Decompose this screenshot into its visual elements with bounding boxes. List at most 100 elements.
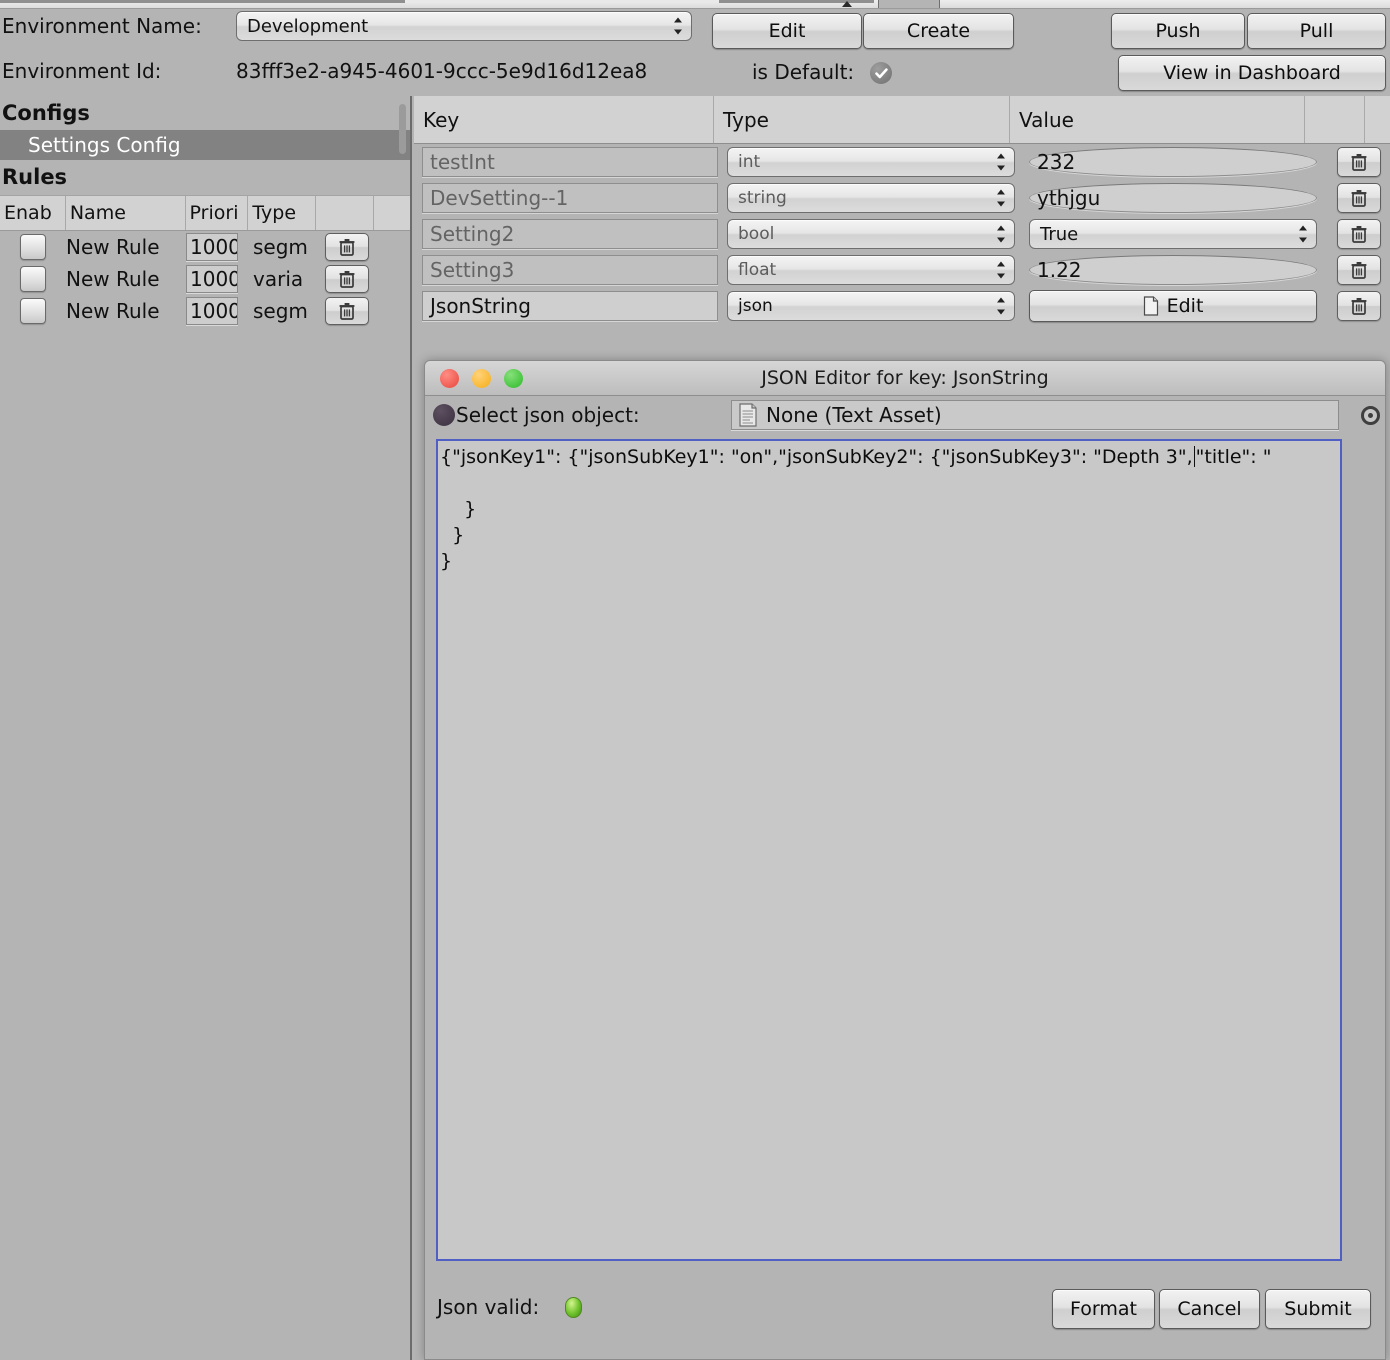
json-remaining-lines: } } } <box>440 498 476 572</box>
delete-setting-button[interactable] <box>1337 147 1381 177</box>
settings-row: testInt int 232 <box>414 144 1390 180</box>
pull-button[interactable]: Pull <box>1247 13 1386 49</box>
setting-key-input[interactable]: JsonString <box>422 291 718 321</box>
setting-value-input[interactable]: 1.22 <box>1029 255 1317 285</box>
settings-col-spacer-1 <box>1305 96 1365 143</box>
rule-enabled-checkbox[interactable] <box>20 266 46 292</box>
setting-key-input[interactable]: testInt <box>422 147 718 177</box>
trash-icon <box>1349 260 1369 280</box>
setting-type-dropdown[interactable]: bool <box>727 219 1015 249</box>
setting-key-input[interactable]: Setting3 <box>422 255 718 285</box>
setting-type: float <box>738 260 776 280</box>
environment-name-dropdown[interactable]: Development <box>236 11 692 41</box>
rule-priority-input[interactable]: 1000 <box>186 233 238 261</box>
settings-col-type: Type <box>714 96 1010 143</box>
close-window-button[interactable] <box>440 369 459 388</box>
configs-list: Settings Config <box>0 130 410 160</box>
settings-col-spacer-2 <box>1365 96 1390 143</box>
delete-rule-button[interactable] <box>325 265 369 293</box>
trash-icon <box>1349 152 1369 172</box>
setting-key: testInt <box>430 150 495 174</box>
delete-rule-button[interactable] <box>325 233 369 261</box>
check-icon <box>874 66 889 81</box>
setting-value-dropdown[interactable]: True <box>1029 219 1317 249</box>
format-button[interactable]: Format <box>1052 1289 1155 1329</box>
setting-value: 1.22 <box>1037 258 1082 282</box>
rules-col-spacer-1 <box>316 196 374 230</box>
config-list-item[interactable]: Settings Config <box>0 130 410 160</box>
rule-priority-input[interactable]: 1000 <box>186 297 238 325</box>
window-controls <box>440 369 523 388</box>
delete-setting-button[interactable] <box>1337 255 1381 285</box>
rule-row[interactable]: New Rule1000segm <box>0 295 410 327</box>
json-text-editor[interactable]: {"jsonKey1": {"jsonSubKey1": "on","jsonS… <box>436 439 1342 1261</box>
trash-icon <box>1349 224 1369 244</box>
config-list-item-label: Settings Config <box>28 133 181 157</box>
configs-section-title: Configs <box>0 96 410 129</box>
json-editor-title: JSON Editor for key: JsonString <box>425 367 1385 389</box>
object-picker-icon[interactable] <box>1361 406 1380 425</box>
rule-priority-input[interactable]: 1000 <box>186 265 238 293</box>
rule-enabled-checkbox[interactable] <box>20 298 46 324</box>
is-default-checkbox[interactable] <box>870 62 892 84</box>
left-panel-scrollbar[interactable] <box>399 104 406 154</box>
window-tab-nub[interactable] <box>878 0 940 8</box>
setting-type-dropdown[interactable]: string <box>727 183 1015 213</box>
rules-section-title: Rules <box>0 160 410 193</box>
rules-col-priority: Priori <box>186 196 249 230</box>
create-button[interactable]: Create <box>863 13 1014 49</box>
setting-type: int <box>738 152 760 172</box>
rule-row[interactable]: New Rule1000segm <box>0 231 410 263</box>
rule-priority-value: 1000 <box>190 235 238 259</box>
environment-bar: Environment Name: Development Environmen… <box>0 8 1390 92</box>
setting-key-input[interactable]: DevSetting--1 <box>422 183 718 213</box>
json-line-1-tail: "title": " <box>1196 446 1272 468</box>
json-editor-titlebar[interactable]: JSON Editor for key: JsonString <box>425 361 1385 396</box>
rule-priority-value: 1000 <box>190 267 238 291</box>
settings-col-key: Key <box>414 96 714 143</box>
setting-value-input[interactable]: ythjgu <box>1029 183 1317 213</box>
is-default-label: is Default: <box>752 60 854 84</box>
settings-table: Key Type Value testInt int 232 DevSetting--… <box>414 96 1390 324</box>
setting-value: True <box>1040 224 1078 245</box>
settings-col-value: Value <box>1010 96 1305 143</box>
json-line-1: {"jsonKey1": {"jsonSubKey1": "on","jsonS… <box>440 444 1340 470</box>
zoom-window-button[interactable] <box>504 369 523 388</box>
submit-button[interactable]: Submit <box>1265 1289 1371 1329</box>
edit-button[interactable]: Edit <box>712 13 862 49</box>
setting-type-dropdown[interactable]: json <box>727 291 1015 321</box>
setting-value-input[interactable]: 232 <box>1029 147 1317 177</box>
rule-enabled-checkbox[interactable] <box>20 234 46 260</box>
rule-type: segm <box>253 235 308 259</box>
environment-name-label: Environment Name: <box>2 14 202 38</box>
setting-key: DevSetting--1 <box>430 186 568 210</box>
rules-col-type: Type <box>248 196 316 230</box>
view-in-dashboard-button[interactable]: View in Dashboard <box>1118 55 1386 91</box>
rule-type: segm <box>253 299 308 323</box>
setting-key: Setting3 <box>430 258 514 282</box>
minimize-window-button[interactable] <box>472 369 491 388</box>
setting-type-dropdown[interactable]: int <box>727 147 1015 177</box>
rules-table-header: Enab Name Priori Type <box>0 195 410 231</box>
edit-json-button[interactable]: Edit <box>1029 290 1317 322</box>
json-object-field[interactable]: None (Text Asset) <box>731 400 1339 430</box>
setting-key-input[interactable]: Setting2 <box>422 219 718 249</box>
cancel-button[interactable]: Cancel <box>1159 1289 1260 1329</box>
delete-setting-button[interactable] <box>1337 219 1381 249</box>
setting-type-dropdown[interactable]: float <box>727 255 1015 285</box>
delete-setting-button[interactable] <box>1337 291 1381 321</box>
object-bullet-icon <box>433 404 455 426</box>
setting-value: ythjgu <box>1037 186 1100 210</box>
top-strip-segment-mid <box>407 0 717 3</box>
chevron-updown-icon <box>996 298 1005 315</box>
rule-name: New Rule <box>66 267 160 291</box>
setting-key: Setting2 <box>430 222 514 246</box>
trash-icon <box>337 301 357 321</box>
settings-row: Setting2 bool True <box>414 216 1390 252</box>
delete-rule-button[interactable] <box>325 297 369 325</box>
push-button[interactable]: Push <box>1111 13 1245 49</box>
select-json-object-row: Select json object: None (Text Asset) <box>425 396 1385 434</box>
rule-row[interactable]: New Rule1000varia <box>0 263 410 295</box>
chevron-up-icon <box>842 1 852 7</box>
delete-setting-button[interactable] <box>1337 183 1381 213</box>
